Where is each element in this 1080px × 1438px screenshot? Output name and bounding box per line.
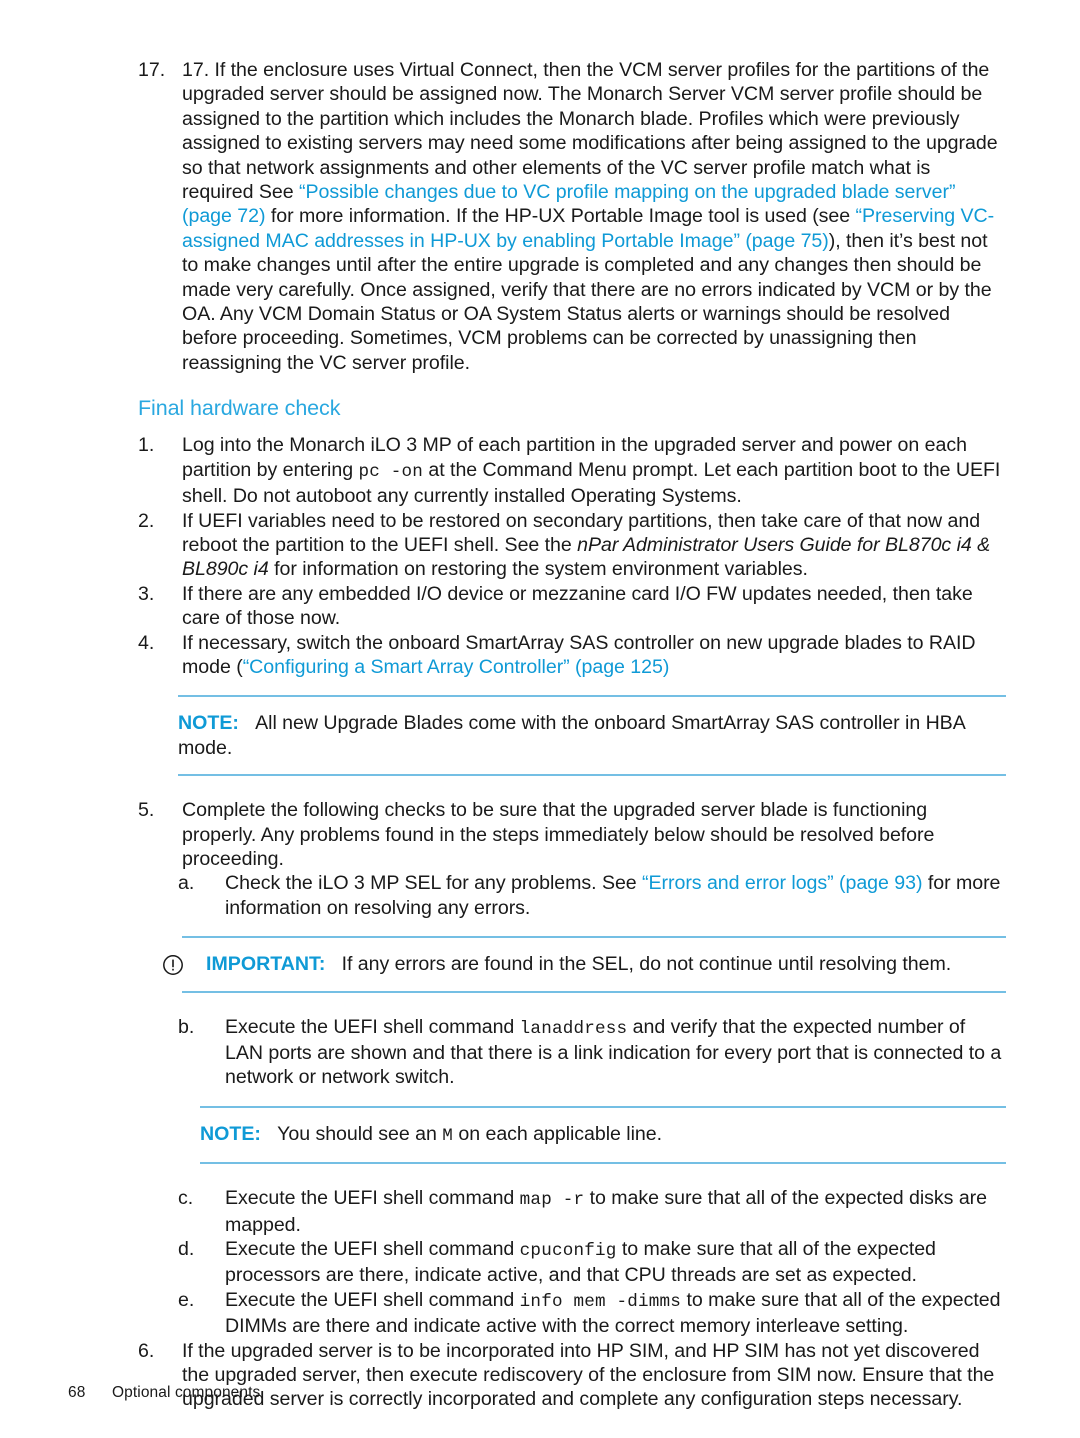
divider-rule-top — [178, 695, 1006, 698]
list-marker: 4. — [138, 631, 155, 654]
substep-d-text-1: Execute the UEFI shell command — [225, 1238, 520, 1261]
document-page: 17. 17. If the enclosure uses Virtual Co… — [0, 0, 1080, 1438]
list-marker: 1. — [138, 434, 155, 457]
command-map-r: map -r — [519, 1190, 585, 1211]
note-label: NOTE: — [178, 712, 239, 735]
substep-e-body: Execute the UEFI shell command info mem … — [225, 1288, 1006, 1339]
step-5-body: Complete the following checks to be sure… — [182, 799, 935, 870]
list-marker: 6. — [138, 1339, 155, 1362]
substep-a-text-1: Check the iLO 3 MP SEL for any problems.… — [225, 872, 643, 895]
list-marker: e. — [178, 1288, 195, 1311]
command-lanaddress: lanaddress — [519, 1018, 628, 1039]
step-2-body: If UEFI variables need to be restored on… — [182, 509, 1006, 582]
list-item-step-5: 5. Complete the following checks to be s… — [138, 798, 1006, 871]
page-content: 17. 17. If the enclosure uses Virtual Co… — [138, 58, 1006, 1412]
step-6-body: If the upgraded server is to be incorpor… — [182, 1339, 995, 1411]
step-4-body: If necessary, switch the onboard SmartAr… — [182, 631, 1006, 680]
substep-b-body: Execute the UEFI shell command lanaddres… — [225, 1015, 1006, 1090]
substep-c-body: Execute the UEFI shell command map -r to… — [225, 1186, 1006, 1237]
substep-d-body: Execute the UEFI shell command cpuconfig… — [225, 1237, 1006, 1288]
note-spacer — [239, 712, 255, 734]
list-marker: 3. — [138, 582, 155, 605]
substep-e-text-1: Execute the UEFI shell command — [225, 1288, 520, 1311]
list-item-step-17: 17. 17. If the enclosure uses Virtual Co… — [138, 58, 1006, 375]
list-item-step-2: 2. If UEFI variables need to be restored… — [138, 509, 1006, 582]
note-text: All new Upgrade Blades come with the onb… — [178, 712, 965, 759]
page-footer: 68 Optional components — [68, 1383, 260, 1403]
divider-rule-bottom — [200, 1162, 1006, 1165]
note-spacer — [261, 1123, 277, 1145]
step-17-body: 17. If the enclosure uses Virtual Connec… — [182, 58, 1006, 375]
command-cpuconfig: cpuconfig — [519, 1241, 617, 1262]
link-configuring-smart-array-controller[interactable]: “Configuring a Smart Array Controller” (… — [243, 656, 670, 678]
list-item-step-6: 6. If the upgraded server is to be incor… — [138, 1339, 1006, 1412]
list-item-substep-c: c. Execute the UEFI shell command map -r… — [138, 1186, 1006, 1237]
link-errors-and-error-logs[interactable]: “Errors and error logs” (page 93) — [642, 872, 922, 894]
note-text-1: You should see an — [277, 1122, 443, 1145]
step-2-text-2: for information on restoring the system … — [268, 558, 808, 581]
important-body: IMPORTANT: If any errors are found in th… — [206, 952, 951, 976]
section-heading-final-hardware-check: Final hardware check — [138, 396, 341, 421]
important-text: If any errors are found in the SEL, do n… — [341, 953, 952, 976]
list-marker: 2. — [138, 509, 155, 532]
exclamation-circle-icon — [162, 952, 206, 976]
important-row: IMPORTANT: If any errors are found in th… — [162, 952, 1006, 976]
divider-rule-bottom — [178, 774, 1006, 777]
important-box-sel-errors: IMPORTANT: If any errors are found in th… — [162, 936, 1006, 993]
list-marker: a. — [178, 872, 195, 895]
note-box-hba-mode: NOTE: All new Upgrade Blades come with t… — [178, 695, 1006, 777]
list-item-substep-d: d. Execute the UEFI shell command cpucon… — [138, 1237, 1006, 1288]
list-marker: d. — [178, 1238, 195, 1261]
list-item-step-3: 3. If there are any embedded I/O device … — [138, 582, 1006, 631]
footer-page-number: 68 — [68, 1384, 86, 1401]
important-spacer — [325, 953, 341, 975]
command-info-mem-dimms: info mem -dimms — [519, 1291, 682, 1312]
important-label: IMPORTANT: — [206, 953, 326, 976]
note-box-m-on-line: NOTE: You should see an M on each applic… — [200, 1105, 1006, 1165]
divider-rule-top — [182, 936, 1006, 939]
note-text-2: on each applicable line. — [452, 1122, 662, 1145]
step-17-text-2: for more information. If the HP-UX Porta… — [265, 205, 856, 228]
note-body: NOTE: All new Upgrade Blades come with t… — [178, 711, 1006, 760]
command-pc-on: pc -on — [358, 461, 424, 482]
list-marker: 5. — [138, 799, 155, 822]
list-marker: b. — [178, 1015, 195, 1038]
substep-a-body: Check the iLO 3 MP SEL for any problems.… — [225, 871, 1006, 920]
substep-c-text-1: Execute the UEFI shell command — [225, 1187, 520, 1210]
list-item-substep-b: b. Execute the UEFI shell command lanadd… — [138, 1015, 1006, 1090]
divider-rule-bottom — [182, 990, 1006, 993]
step-3-body: If there are any embedded I/O device or … — [182, 582, 973, 630]
note-body: NOTE: You should see an M on each applic… — [200, 1122, 1006, 1148]
list-item-substep-a: a. Check the iLO 3 MP SEL for any proble… — [138, 871, 1006, 920]
list-item-step-4: 4. If necessary, switch the onboard Smar… — [138, 631, 1006, 680]
list-marker: c. — [178, 1187, 194, 1210]
footer-chapter-title: Optional components — [112, 1384, 261, 1401]
list-item-substep-e: e. Execute the UEFI shell command info m… — [138, 1288, 1006, 1339]
list-item-step-1: 1. Log into the Monarch iLO 3 MP of each… — [138, 433, 1006, 508]
substep-b-text-1: Execute the UEFI shell command — [225, 1015, 520, 1038]
list-marker: 17. — [138, 59, 166, 81]
step-1-body: Log into the Monarch iLO 3 MP of each pa… — [182, 433, 1006, 508]
note-label: NOTE: — [200, 1122, 261, 1145]
divider-rule-top — [200, 1105, 1006, 1108]
command-m: M — [442, 1125, 453, 1146]
